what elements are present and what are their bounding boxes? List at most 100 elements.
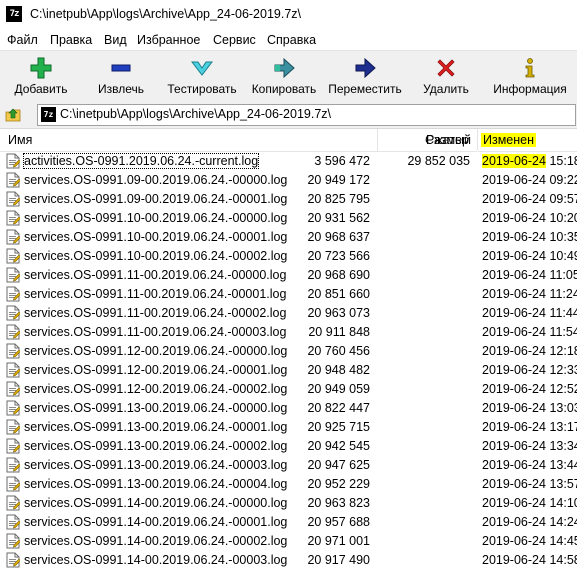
test-chevron-icon (191, 61, 213, 76)
table-row[interactable]: services.OS-0991.13-00.2019.06.24.-00001… (0, 418, 577, 437)
file-modified-date: 2019-06-24 (482, 325, 546, 339)
file-modified: 2019-06-24 14:24 (482, 515, 577, 529)
file-modified-date: 2019-06-24 (482, 553, 546, 567)
file-modified: 2019-06-24 10:20 (482, 211, 577, 225)
menu-tools[interactable]: Сервис (213, 33, 256, 47)
file-modified-date: 2019-06-24 (482, 287, 546, 301)
menu-favorites[interactable]: Избранное (137, 33, 200, 47)
table-row[interactable]: services.OS-0991.10-00.2019.06.24.-00001… (0, 228, 577, 247)
file-modified: 2019-06-24 14:58 (482, 553, 577, 567)
file-modified-date: 2019-06-24 (482, 173, 546, 187)
file-modified-date: 2019-06-24 (482, 401, 546, 415)
file-size: 20 723 566 (307, 249, 370, 263)
file-modified: 2019-06-24 15:18 (482, 154, 577, 168)
file-name: services.OS-0991.09-00.2019.06.24.-00001… (24, 192, 288, 206)
table-row[interactable]: services.OS-0991.13-00.2019.06.24.-00002… (0, 437, 577, 456)
test-button[interactable]: Тестировать (162, 51, 242, 99)
delete-button[interactable]: Удалить (407, 51, 485, 99)
file-name: services.OS-0991.12-00.2019.06.24.-00002… (24, 382, 288, 396)
file-size: 20 957 688 (307, 515, 370, 529)
table-row[interactable]: activities.OS-0991.2019.06.24.-current.l… (0, 152, 577, 171)
table-row[interactable]: services.OS-0991.14-00.2019.06.24.-00000… (0, 494, 577, 513)
address-input[interactable]: 7z C:\inetpub\App\logs\Archive\App_24-06… (37, 104, 576, 126)
file-size: 20 942 545 (307, 439, 370, 453)
file-size: 20 947 625 (307, 458, 370, 472)
file-modified-time: 11:44 (549, 306, 577, 320)
menu-edit[interactable]: Правка (50, 33, 92, 47)
file-size: 20 911 848 (308, 325, 370, 339)
file-modified-time: 11:05 (549, 268, 577, 282)
table-row[interactable]: services.OS-0991.12-00.2019.06.24.-00002… (0, 380, 577, 399)
table-row[interactable]: services.OS-0991.14-00.2019.06.24.-00002… (0, 532, 577, 551)
table-row[interactable]: services.OS-0991.09-00.2019.06.24.-00000… (0, 171, 577, 190)
plus-icon (30, 57, 52, 79)
file-modified: 2019-06-24 09:57 (482, 192, 577, 206)
file-name: services.OS-0991.10-00.2019.06.24.-00000… (24, 211, 288, 225)
file-rows: activities.OS-0991.2019.06.24.-current.l… (0, 152, 577, 570)
log-file-icon (6, 324, 20, 340)
table-row[interactable]: services.OS-0991.13-00.2019.06.24.-00000… (0, 399, 577, 418)
file-modified: 2019-06-24 09:22 (482, 173, 577, 187)
log-file-icon (6, 229, 20, 245)
add-button[interactable]: Добавить (2, 51, 80, 99)
table-row[interactable]: services.OS-0991.14-00.2019.06.24.-00001… (0, 513, 577, 532)
file-size: 20 925 715 (307, 420, 370, 434)
info-label: Информация (493, 82, 567, 96)
move-label: Переместить (328, 82, 402, 96)
table-row[interactable]: services.OS-0991.09-00.2019.06.24.-00001… (0, 190, 577, 209)
table-row[interactable]: services.OS-0991.10-00.2019.06.24.-00002… (0, 247, 577, 266)
file-modified-date: 2019-06-24 (482, 420, 546, 434)
file-modified-time: 13:17 (549, 420, 577, 434)
file-size: 20 971 001 (307, 534, 370, 548)
table-row[interactable]: services.OS-0991.12-00.2019.06.24.-00001… (0, 361, 577, 380)
column-modified-header[interactable]: Изменен (478, 129, 577, 152)
file-modified: 2019-06-24 13:57 (482, 477, 577, 491)
file-name: services.OS-0991.09-00.2019.06.24.-00000… (24, 173, 288, 187)
file-name: services.OS-0991.14-00.2019.06.24.-00003… (24, 553, 288, 567)
menu-help[interactable]: Справка (267, 33, 316, 47)
file-modified-time: 12:33 (549, 363, 577, 377)
file-modified: 2019-06-24 11:24 (482, 287, 577, 301)
file-name: services.OS-0991.11-00.2019.06.24.-00001… (24, 287, 287, 301)
move-button[interactable]: Переместить (325, 51, 405, 99)
file-size: 20 963 073 (307, 306, 370, 320)
table-row[interactable]: services.OS-0991.11-00.2019.06.24.-00000… (0, 266, 577, 285)
file-modified: 2019-06-24 13:44 (482, 458, 577, 472)
file-name: services.OS-0991.14-00.2019.06.24.-00002… (24, 534, 288, 548)
info-button[interactable]: Информация (487, 51, 573, 99)
log-file-icon (6, 457, 20, 473)
menu-file[interactable]: Файл (7, 33, 38, 47)
file-name: services.OS-0991.14-00.2019.06.24.-00000… (24, 496, 288, 510)
table-row[interactable]: services.OS-0991.14-00.2019.06.24.-00003… (0, 551, 577, 570)
table-row[interactable]: services.OS-0991.11-00.2019.06.24.-00001… (0, 285, 577, 304)
file-size: 20 952 229 (307, 477, 370, 491)
file-modified-date: 2019-06-24 (482, 249, 546, 263)
table-row[interactable]: services.OS-0991.12-00.2019.06.24.-00000… (0, 342, 577, 361)
table-row[interactable]: services.OS-0991.11-00.2019.06.24.-00002… (0, 304, 577, 323)
column-modified-label: Изменен (481, 133, 537, 147)
log-file-icon (6, 400, 20, 416)
test-label: Тестировать (167, 82, 237, 96)
copy-label: Копировать (251, 82, 317, 96)
file-modified: 2019-06-24 11:05 (482, 268, 577, 282)
file-name: services.OS-0991.13-00.2019.06.24.-00003… (24, 458, 288, 472)
log-file-icon (6, 362, 20, 378)
column-packed-label-wrap[interactable]: Сжатый (377, 129, 477, 151)
file-modified-date: 2019-06-24 (482, 306, 546, 320)
log-file-icon (6, 476, 20, 492)
log-file-icon (6, 153, 20, 169)
file-name: services.OS-0991.11-00.2019.06.24.-00000… (24, 268, 287, 282)
menu-view[interactable]: Вид (104, 33, 127, 47)
extract-button[interactable]: Извлечь (82, 51, 160, 99)
file-size: 20 822 447 (307, 401, 370, 415)
folder-up-icon[interactable] (5, 106, 21, 122)
file-modified-time: 11:54 (549, 325, 577, 339)
file-modified: 2019-06-24 12:18 (482, 344, 577, 358)
table-row[interactable]: services.OS-0991.13-00.2019.06.24.-00004… (0, 475, 577, 494)
table-row[interactable]: services.OS-0991.10-00.2019.06.24.-00000… (0, 209, 577, 228)
table-row[interactable]: services.OS-0991.11-00.2019.06.24.-00003… (0, 323, 577, 342)
log-file-icon (6, 438, 20, 454)
copy-button[interactable]: Копировать (245, 51, 323, 99)
file-modified-time: 13:44 (549, 458, 577, 472)
table-row[interactable]: services.OS-0991.13-00.2019.06.24.-00003… (0, 456, 577, 475)
